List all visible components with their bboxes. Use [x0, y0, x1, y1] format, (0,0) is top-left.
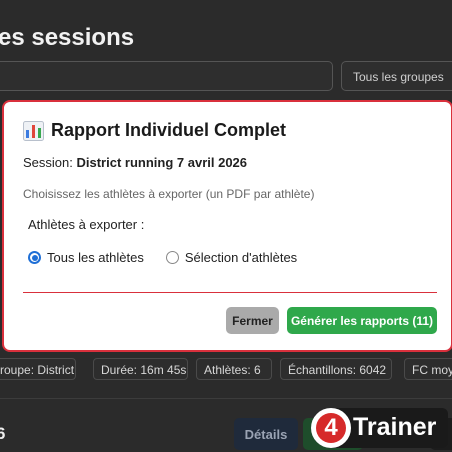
group-filter-select[interactable]: Tous les groupes: [341, 61, 452, 91]
logo-text: Trainer: [353, 413, 437, 441]
search-input[interactable]: [0, 61, 333, 91]
instructions-text: Choisissez les athlètes à exporter (un P…: [23, 187, 315, 201]
details-button[interactable]: Détails: [234, 418, 298, 450]
radio-checked-icon[interactable]: [28, 251, 41, 264]
athlete-selection-group: Tous les athlètes Sélection d'athlètes: [28, 250, 297, 265]
logo-badge: 4: [311, 408, 351, 448]
report-modal: Rapport Individuel Complet Session: Dist…: [2, 100, 452, 352]
close-button[interactable]: Fermer: [226, 307, 279, 334]
generate-reports-button[interactable]: Générer les rapports (11): [287, 307, 437, 334]
page-title: es sessions: [0, 24, 135, 51]
stat-chip-athletes: Athlètes: 6: [196, 358, 272, 380]
stat-chip-group: roupe: District: [0, 358, 76, 380]
session-name: District running 7 avril 2026: [76, 155, 248, 170]
modal-header: Rapport Individuel Complet: [23, 120, 286, 141]
athletes-label: Athlètes à exporter :: [28, 217, 145, 232]
session-label: Session:: [23, 155, 73, 170]
divider: [0, 398, 452, 399]
radio-all-athletes[interactable]: Tous les athlètes: [28, 250, 144, 265]
session-count: 6: [0, 424, 6, 443]
modal-title: Rapport Individuel Complet: [51, 120, 287, 140]
4trainer-logo: 4 Trainer: [311, 408, 448, 448]
stat-chip-samples: Échantillons: 6042: [280, 358, 392, 380]
logo-number: 4: [316, 413, 346, 443]
modal-divider: [23, 292, 437, 293]
radio-select-label: Sélection d'athlètes: [184, 250, 298, 265]
session-line: Session: District running 7 avril 2026: [23, 155, 247, 170]
radio-select-athletes[interactable]: Sélection d'athlètes: [165, 250, 298, 265]
radio-all-label: Tous les athlètes: [47, 250, 144, 265]
bar-chart-icon: [23, 120, 44, 141]
radio-unchecked-icon[interactable]: [165, 251, 179, 264]
stat-chip-hr: FC moy: [404, 358, 452, 380]
stat-chip-duration: Durée: 16m 45s: [93, 358, 188, 380]
